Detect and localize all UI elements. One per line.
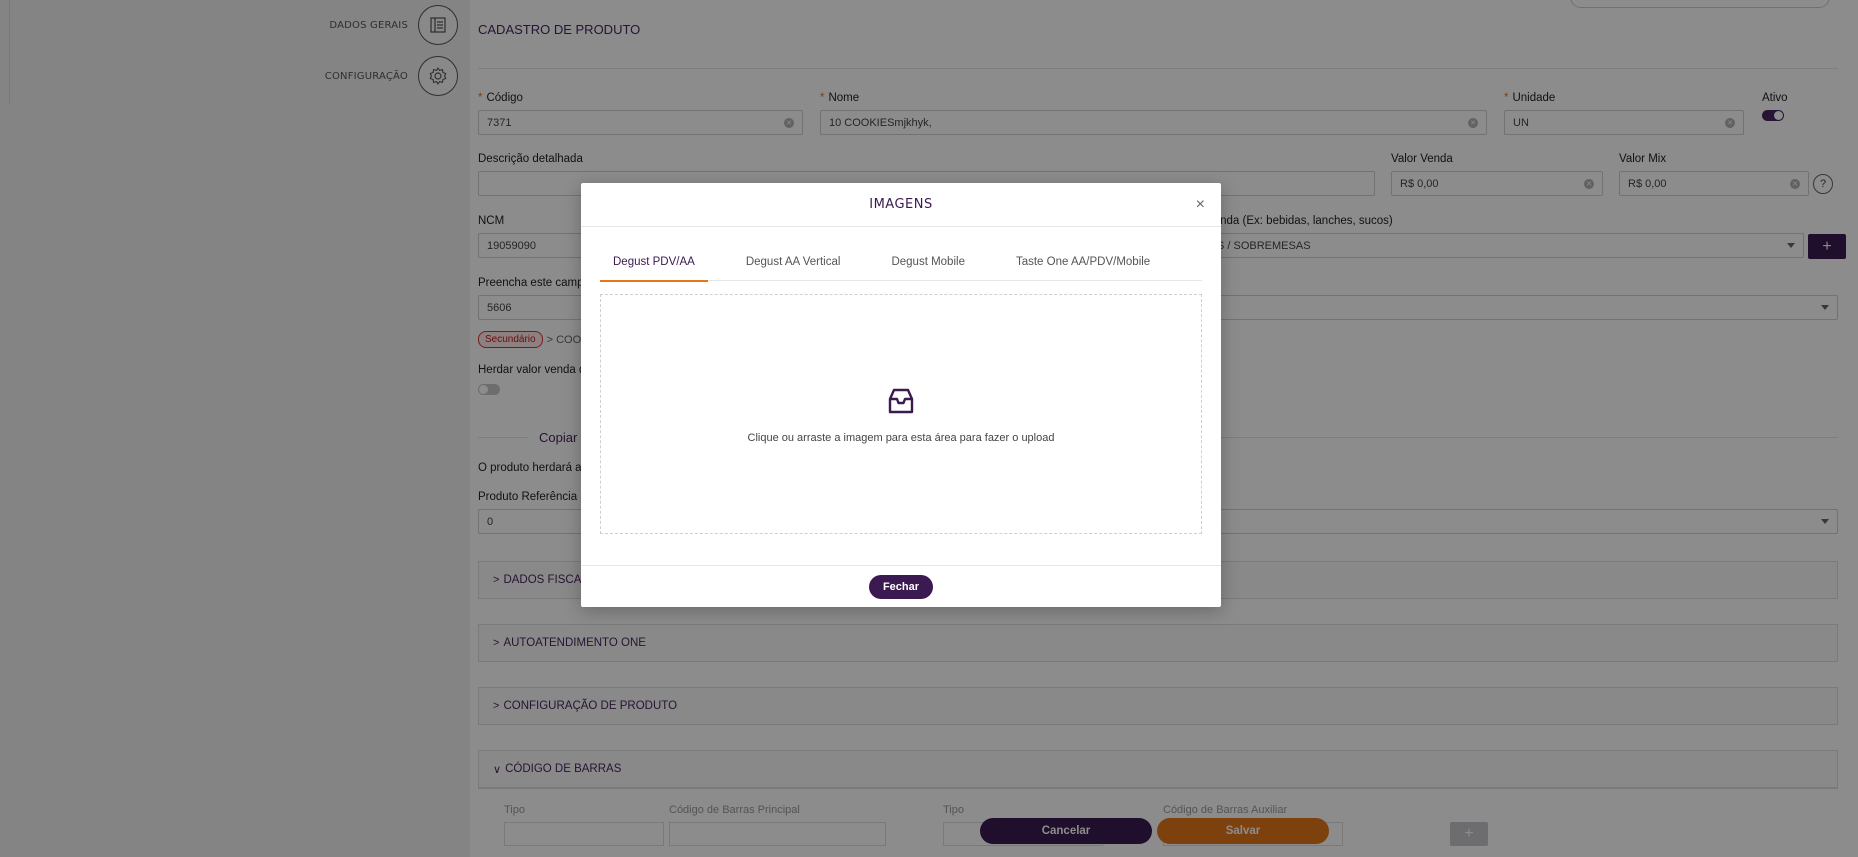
modal-header: IMAGENS × — [581, 183, 1221, 227]
close-icon[interactable]: × — [1196, 196, 1205, 214]
image-tabs: Degust PDV/AA Degust AA Vertical Degust … — [600, 243, 1202, 282]
upload-dropzone[interactable]: Clique ou arraste a imagem para esta áre… — [600, 294, 1202, 534]
images-modal: IMAGENS × Degust PDV/AA Degust AA Vertic… — [581, 183, 1221, 607]
close-button[interactable]: Fechar — [868, 574, 934, 599]
tab-degust-aa-vertical[interactable]: Degust AA Vertical — [733, 243, 854, 281]
upload-hint: Clique ou arraste a imagem para esta áre… — [747, 431, 1055, 444]
modal-title: IMAGENS — [869, 197, 933, 212]
tab-taste-one[interactable]: Taste One AA/PDV/Mobile — [1003, 243, 1163, 281]
modal-footer: Fechar — [581, 565, 1221, 607]
inbox-icon — [885, 385, 917, 420]
tab-degust-mobile[interactable]: Degust Mobile — [878, 243, 978, 281]
tab-degust-pdv-aa[interactable]: Degust PDV/AA — [600, 243, 708, 282]
